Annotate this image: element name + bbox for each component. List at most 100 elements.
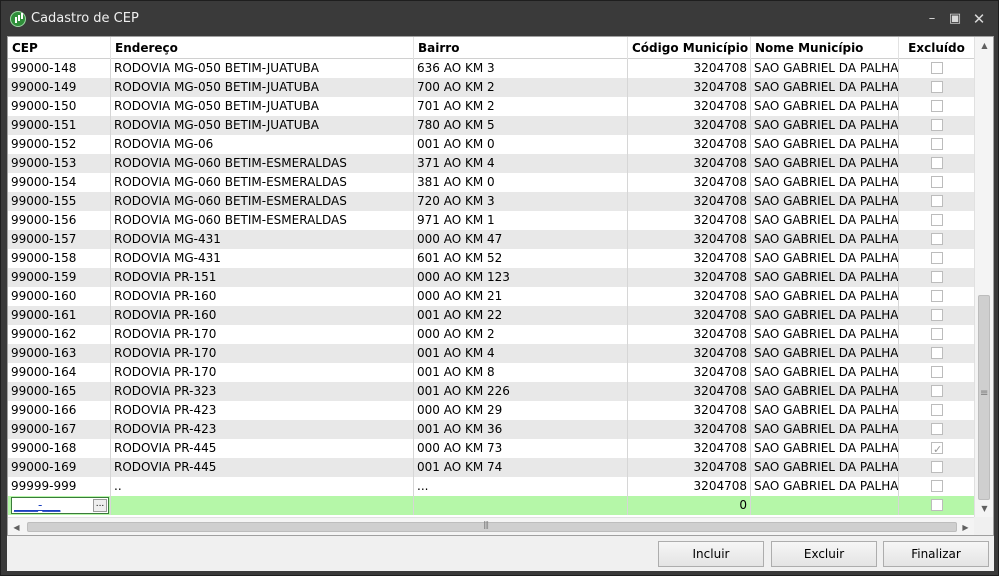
bairro-cell[interactable]: 000 AO KM 47 <box>414 230 628 249</box>
scroll-left-arrow-icon[interactable]: ◀ <box>8 518 25 535</box>
excluido-checkbox[interactable] <box>931 499 943 511</box>
bairro-cell[interactable]: 001 AO KM 36 <box>414 420 628 439</box>
table-row[interactable]: 99000-160 RODOVIA PR-160 000 AO KM 21 32047… <box>8 287 974 306</box>
excluido-checkbox[interactable] <box>931 195 943 207</box>
cep-input[interactable]: ____-___... <box>11 497 109 514</box>
excluido-checkbox[interactable] <box>931 404 943 416</box>
table-row[interactable]: 99000-165 RODOVIA PR-323 001 AO KM 226 3204… <box>8 382 974 401</box>
table-row[interactable]: 99000-162 RODOVIA PR-170 000 AO KM 2 320470… <box>8 325 974 344</box>
nome-municipio-cell[interactable]: SAO GABRIEL DA PALHA <box>751 458 899 477</box>
codigo-municipio-cell[interactable]: 3204708 <box>628 458 751 477</box>
column-header-excluido[interactable]: Excluído <box>899 37 974 59</box>
vertical-scroll-thumb[interactable] <box>978 295 990 500</box>
table-row[interactable]: 99000-148 RODOVIA MG-050 BETIM-JUATUBA 636… <box>8 59 974 78</box>
codigo-municipio-cell[interactable]: 3204708 <box>628 192 751 211</box>
finalizar-button[interactable]: Finalizar <box>883 541 989 567</box>
bairro-cell[interactable]: 000 AO KM 73 <box>414 439 628 458</box>
codigo-municipio-cell[interactable]: 3204708 <box>628 173 751 192</box>
cep-input-mask[interactable]: ____-___ <box>14 498 60 513</box>
excluido-checkbox[interactable] <box>931 366 943 378</box>
nome-municipio-cell[interactable]: SAO GABRIEL DA PALHA <box>751 116 899 135</box>
codigo-municipio-cell[interactable]: 3204708 <box>628 249 751 268</box>
codigo-municipio-cell[interactable]: 3204708 <box>628 154 751 173</box>
nome-municipio-cell[interactable]: SAO GABRIEL DA PALHA <box>751 306 899 325</box>
codigo-municipio-cell[interactable]: 3204708 <box>628 116 751 135</box>
cep-cell[interactable]: 99000-156 <box>8 211 111 230</box>
table-row[interactable]: 99000-149 RODOVIA MG-050 BETIM-JUATUBA 700… <box>8 78 974 97</box>
cep-cell[interactable]: 99000-148 <box>8 59 111 78</box>
nome-municipio-cell[interactable]: SAO GABRIEL DA PALHA <box>751 154 899 173</box>
cep-cell[interactable]: 99000-161 <box>8 306 111 325</box>
endereco-cell[interactable]: RODOVIA MG-050 BETIM-JUATUBA <box>111 59 414 78</box>
table-row[interactable]: 99000-169 RODOVIA PR-445 001 AO KM 74 32047… <box>8 458 974 477</box>
excluido-checkbox[interactable] <box>931 271 943 283</box>
table-row[interactable]: 99999-999..... 3204708 SAO GABRIEL DA PALH… <box>8 477 974 496</box>
column-header-bairro[interactable]: Bairro <box>414 37 628 59</box>
table-row[interactable]: 99000-164 RODOVIA PR-170 001 AO KM 8 320470… <box>8 363 974 382</box>
endereco-cell[interactable]: RODOVIA MG-060 BETIM-ESMERALDAS <box>111 192 414 211</box>
scroll-right-arrow-icon[interactable]: ▶ <box>957 518 974 535</box>
cep-cell[interactable]: 99000-169 <box>8 458 111 477</box>
codigo-municipio-cell[interactable]: 3204708 <box>628 306 751 325</box>
cep-cell[interactable]: 99000-151 <box>8 116 111 135</box>
cep-cell[interactable]: 99000-153 <box>8 154 111 173</box>
bairro-cell[interactable]: 000 AO KM 123 <box>414 268 628 287</box>
cep-cell[interactable]: 99000-160 <box>8 287 111 306</box>
codigo-municipio-cell[interactable]: 0 <box>628 496 751 515</box>
table-row[interactable]: 99000-151 RODOVIA MG-050 BETIM-JUATUBA 780… <box>8 116 974 135</box>
cep-cell[interactable]: 99000-149 <box>8 78 111 97</box>
endereco-cell[interactable]: RODOVIA PR-445 <box>111 439 414 458</box>
bairro-cell[interactable]: 720 AO KM 3 <box>414 192 628 211</box>
bairro-cell[interactable]: 000 AO KM 29 <box>414 401 628 420</box>
endereco-cell[interactable]: RODOVIA MG-06 <box>111 135 414 154</box>
table-row[interactable]: 99000-163 RODOVIA PR-170 001 AO KM 4 320470… <box>8 344 974 363</box>
excluido-checkbox[interactable] <box>931 347 943 359</box>
scroll-down-arrow-icon[interactable]: ▼ <box>975 500 993 517</box>
table-row[interactable]: 99000-168 RODOVIA PR-445 000 AO KM 73 32047… <box>8 439 974 458</box>
cep-cell[interactable]: 99000-157 <box>8 230 111 249</box>
bairro-cell[interactable]: 001 AO KM 74 <box>414 458 628 477</box>
cep-cell[interactable]: 99000-165 <box>8 382 111 401</box>
table-row[interactable]: 99000-150 RODOVIA MG-050 BETIM-JUATUBA 701… <box>8 97 974 116</box>
endereco-cell[interactable]: RODOVIA PR-423 <box>111 420 414 439</box>
excluido-checkbox[interactable] <box>931 214 943 226</box>
table-row[interactable]: 99000-155 RODOVIA MG-060 BETIM-ESMERALDAS… <box>8 192 974 211</box>
table-row[interactable]: 99000-153 RODOVIA MG-060 BETIM-ESMERALDAS… <box>8 154 974 173</box>
table-row[interactable]: 99000-152 RODOVIA MG-06 001 AO KM 0 3204708… <box>8 135 974 154</box>
cep-cell[interactable]: 99000-154 <box>8 173 111 192</box>
codigo-municipio-cell[interactable]: 3204708 <box>628 344 751 363</box>
nome-municipio-cell[interactable]: SAO GABRIEL DA PALHA <box>751 287 899 306</box>
bairro-cell[interactable]: 701 AO KM 2 <box>414 97 628 116</box>
column-header-cep[interactable]: CEP <box>8 37 111 59</box>
bairro-cell[interactable]: 001 AO KM 4 <box>414 344 628 363</box>
title-bar[interactable]: Cadastro de CEP – ▣ ✕ <box>1 1 998 36</box>
bairro-cell[interactable]: 381 AO KM 0 <box>414 173 628 192</box>
codigo-municipio-cell[interactable]: 3204708 <box>628 59 751 78</box>
excluido-checkbox[interactable] <box>931 119 943 131</box>
table-row[interactable]: 99000-167 RODOVIA PR-423 001 AO KM 36 32047… <box>8 420 974 439</box>
bairro-cell[interactable]: 001 AO KM 22 <box>414 306 628 325</box>
nome-municipio-cell[interactable]: SAO GABRIEL DA PALHA <box>751 344 899 363</box>
nome-municipio-cell[interactable] <box>751 496 899 515</box>
table-row[interactable]: 99000-159 RODOVIA PR-151 000 AO KM 123 3204… <box>8 268 974 287</box>
bairro-cell[interactable]: 001 AO KM 0 <box>414 135 628 154</box>
codigo-municipio-cell[interactable]: 3204708 <box>628 363 751 382</box>
excluido-checkbox[interactable] <box>931 480 943 492</box>
excluido-checkbox[interactable] <box>931 440 943 458</box>
bairro-cell[interactable]: 780 AO KM 5 <box>414 116 628 135</box>
nome-municipio-cell[interactable]: SAO GABRIEL DA PALHA <box>751 192 899 211</box>
bairro-cell[interactable]: 601 AO KM 52 <box>414 249 628 268</box>
column-header-nome-municipio[interactable]: Nome Município <box>751 37 899 59</box>
codigo-municipio-cell[interactable]: 3204708 <box>628 401 751 420</box>
endereco-cell[interactable]: RODOVIA PR-170 <box>111 344 414 363</box>
minimize-button[interactable]: – <box>923 10 941 28</box>
nome-municipio-cell[interactable]: SAO GABRIEL DA PALHA <box>751 382 899 401</box>
endereco-cell[interactable]: RODOVIA PR-160 <box>111 306 414 325</box>
scroll-up-arrow-icon[interactable]: ▲ <box>975 37 993 54</box>
excluido-checkbox[interactable] <box>931 309 943 321</box>
column-header-codigo-municipio[interactable]: Código Município <box>628 37 751 59</box>
bairro-cell[interactable]: ... <box>414 477 628 496</box>
table-row[interactable]: 99000-158 RODOVIA MG-431 601 AO KM 52 32047… <box>8 249 974 268</box>
bairro-cell[interactable]: 000 AO KM 21 <box>414 287 628 306</box>
nome-municipio-cell[interactable]: SAO GABRIEL DA PALHA <box>751 135 899 154</box>
